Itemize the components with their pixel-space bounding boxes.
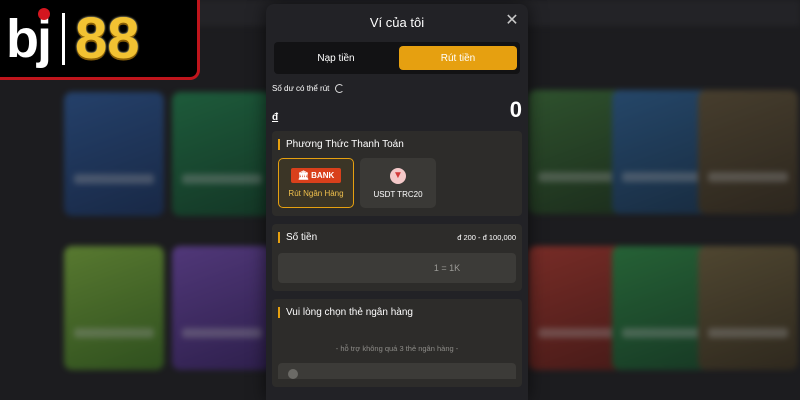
section-accent-bar [278, 232, 280, 243]
bank-card-radio-icon [288, 369, 298, 379]
wallet-tabs: Nạp tiền Rút tiền [274, 42, 520, 74]
game-card [172, 92, 272, 216]
game-card [64, 92, 164, 216]
game-card [612, 90, 712, 214]
balance-label: Số dư có thể rút [272, 84, 330, 93]
game-card [698, 246, 798, 370]
tab-deposit[interactable]: Nạp tiền [277, 46, 395, 70]
balance-label-row: Số dư có thể rút [272, 84, 522, 93]
method-label: Rút Ngân Hàng [288, 189, 344, 198]
amount-input[interactable]: 1 = 1K [278, 253, 516, 283]
logo-dot [38, 8, 50, 20]
logo-88-text: 88 [75, 5, 140, 71]
game-card [612, 246, 712, 370]
balance-line: đ 0 [272, 97, 522, 123]
brand-logo: bj 88 [0, 0, 200, 80]
section-title: Phương Thức Thanh Toán [278, 139, 516, 150]
game-card [172, 246, 272, 370]
logo-separator [62, 12, 65, 65]
currency-symbol: đ [272, 112, 279, 123]
bank-icon: 🏛 BANK [291, 168, 341, 183]
amount-header: Số tiền đ 200 - đ 100,000 [278, 232, 516, 243]
refresh-icon[interactable] [335, 84, 345, 93]
game-card [64, 246, 164, 370]
modal-title: Ví của tôi [369, 14, 425, 30]
bank-card-section: Vui lòng chọn thẻ ngân hàng - hỗ trợ khô… [272, 299, 522, 387]
method-label: USDT TRC20 [373, 189, 423, 199]
withdrawable-balance: Số dư có thể rút đ 0 [266, 74, 528, 123]
bank-card-title: Vui lòng chọn thẻ ngân hàng [286, 307, 413, 318]
close-icon[interactable]: ✕ [504, 13, 520, 29]
section-accent-bar [278, 139, 280, 150]
method-bank-withdraw[interactable]: 🏛 BANK Rút Ngân Hàng [278, 158, 354, 208]
bank-card-hint: - hỗ trợ không quá 3 thẻ ngân hàng - [335, 344, 459, 353]
amount-title: Số tiền [286, 232, 318, 243]
payment-method-list: 🏛 BANK Rút Ngân Hàng ▼ USDT TRC20 [278, 158, 516, 208]
amount-section: Số tiền đ 200 - đ 100,000 1 = 1K [272, 224, 522, 291]
section-title: Vui lòng chọn thẻ ngân hàng [278, 307, 516, 318]
payment-method-section: Phương Thức Thanh Toán 🏛 BANK Rút Ngân H… [272, 131, 522, 216]
game-card [698, 90, 798, 214]
wallet-modal: Ví của tôi ✕ Nạp tiền Rút tiền Số dư có … [266, 4, 528, 400]
balance-value: 0 [509, 97, 522, 122]
method-usdt-trc20[interactable]: ▼ USDT TRC20 [360, 158, 436, 208]
amount-range: đ 200 - đ 100,000 [457, 233, 516, 242]
bank-building-icon: 🏛 [297, 170, 310, 180]
modal-header: Ví của tôi ✕ [266, 4, 528, 40]
tab-withdraw[interactable]: Rút tiền [399, 46, 517, 70]
section-accent-bar [278, 307, 280, 318]
section-title: Số tiền [278, 232, 317, 243]
bank-card-select[interactable] [278, 363, 516, 379]
tron-icon: ▼ [390, 167, 406, 184]
payment-method-title: Phương Thức Thanh Toán [286, 139, 404, 150]
bank-icon-text: BANK [311, 171, 335, 180]
